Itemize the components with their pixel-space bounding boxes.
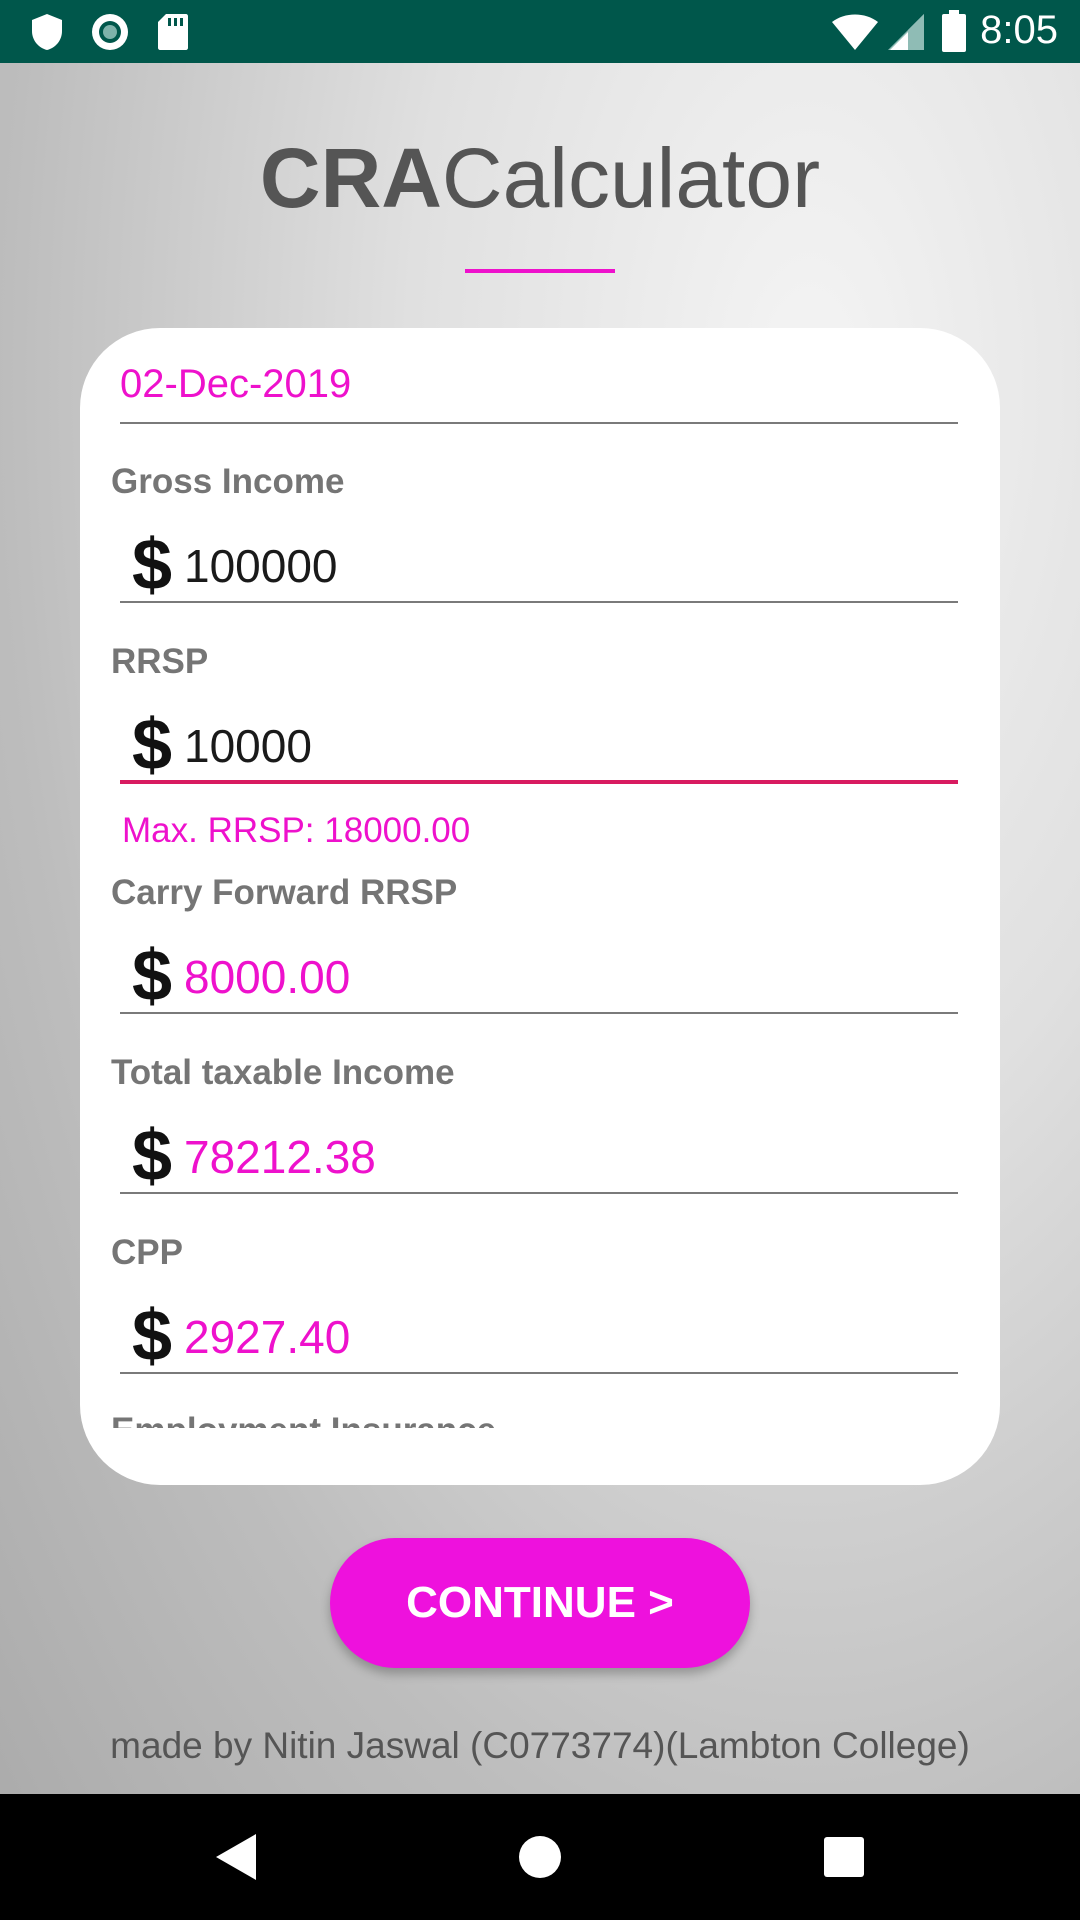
- carry-forward-dollar-icon: $: [132, 936, 173, 1016]
- navigation-bar: [0, 1794, 1080, 1920]
- shield-icon: [30, 12, 64, 57]
- total-taxable-income-label: Total taxable Income: [111, 1053, 455, 1092]
- status-bar: 8:05: [0, 0, 1080, 63]
- rrsp-label: RRSP: [111, 642, 209, 681]
- cpp-dollar-icon: $: [132, 1296, 173, 1376]
- total-taxable-income-value[interactable]: 78212.38: [184, 1129, 376, 1185]
- signal-icon: [886, 12, 926, 57]
- carry-forward-underline: [120, 1012, 958, 1014]
- total-taxable-dollar-icon: $: [132, 1116, 173, 1196]
- rrsp-underline: [120, 780, 958, 784]
- sd-card-icon: [156, 12, 190, 57]
- cpp-value[interactable]: 2927.40: [184, 1309, 350, 1365]
- footer-credit: made by Nitin Jaswal (C0773774)(Lambton …: [110, 1725, 970, 1766]
- gross-income-dollar-icon: $: [132, 525, 173, 605]
- rrsp-dollar-icon: $: [132, 705, 173, 785]
- rrsp-max-hint: Max. RRSP: 18000.00: [122, 811, 471, 850]
- form-card: 02-Dec-2019 Gross Income $ 100000 RRSP $…: [80, 328, 1000, 1485]
- record-icon: [90, 12, 130, 57]
- carry-forward-rrsp-value[interactable]: 8000.00: [184, 949, 350, 1005]
- total-taxable-underline: [120, 1192, 958, 1194]
- screen: 8:05 CRACalculator 02-Dec-2019 Gross Inc…: [0, 0, 1080, 1920]
- gross-income-input[interactable]: 100000: [184, 538, 338, 594]
- gross-income-label: Gross Income: [111, 462, 345, 501]
- employment-insurance-label: Employment Insurance: [111, 1411, 496, 1428]
- back-icon[interactable]: [214, 1832, 258, 1887]
- carry-forward-rrsp-label: Carry Forward RRSP: [111, 873, 458, 912]
- cpp-label: CPP: [111, 1233, 183, 1272]
- title-underline: [465, 269, 615, 273]
- rrsp-input[interactable]: 10000: [184, 718, 312, 774]
- app-title: CRACalculator: [0, 128, 1080, 228]
- continue-button[interactable]: CONTINUE >: [330, 1538, 750, 1668]
- app-title-bold: CRA: [259, 131, 442, 225]
- app-title-regular: Calculator: [441, 131, 821, 225]
- wifi-icon: [830, 12, 880, 57]
- home-icon[interactable]: [518, 1832, 562, 1887]
- date-field-underline: [120, 422, 958, 424]
- battery-icon: [942, 10, 966, 57]
- status-time: 8:05: [980, 8, 1058, 52]
- form-scroll-area[interactable]: 02-Dec-2019 Gross Income $ 100000 RRSP $…: [80, 328, 1000, 1428]
- date-field-value[interactable]: 02-Dec-2019: [120, 362, 351, 406]
- gross-income-underline: [120, 601, 958, 603]
- cpp-underline: [120, 1372, 958, 1374]
- recents-icon[interactable]: [822, 1832, 866, 1887]
